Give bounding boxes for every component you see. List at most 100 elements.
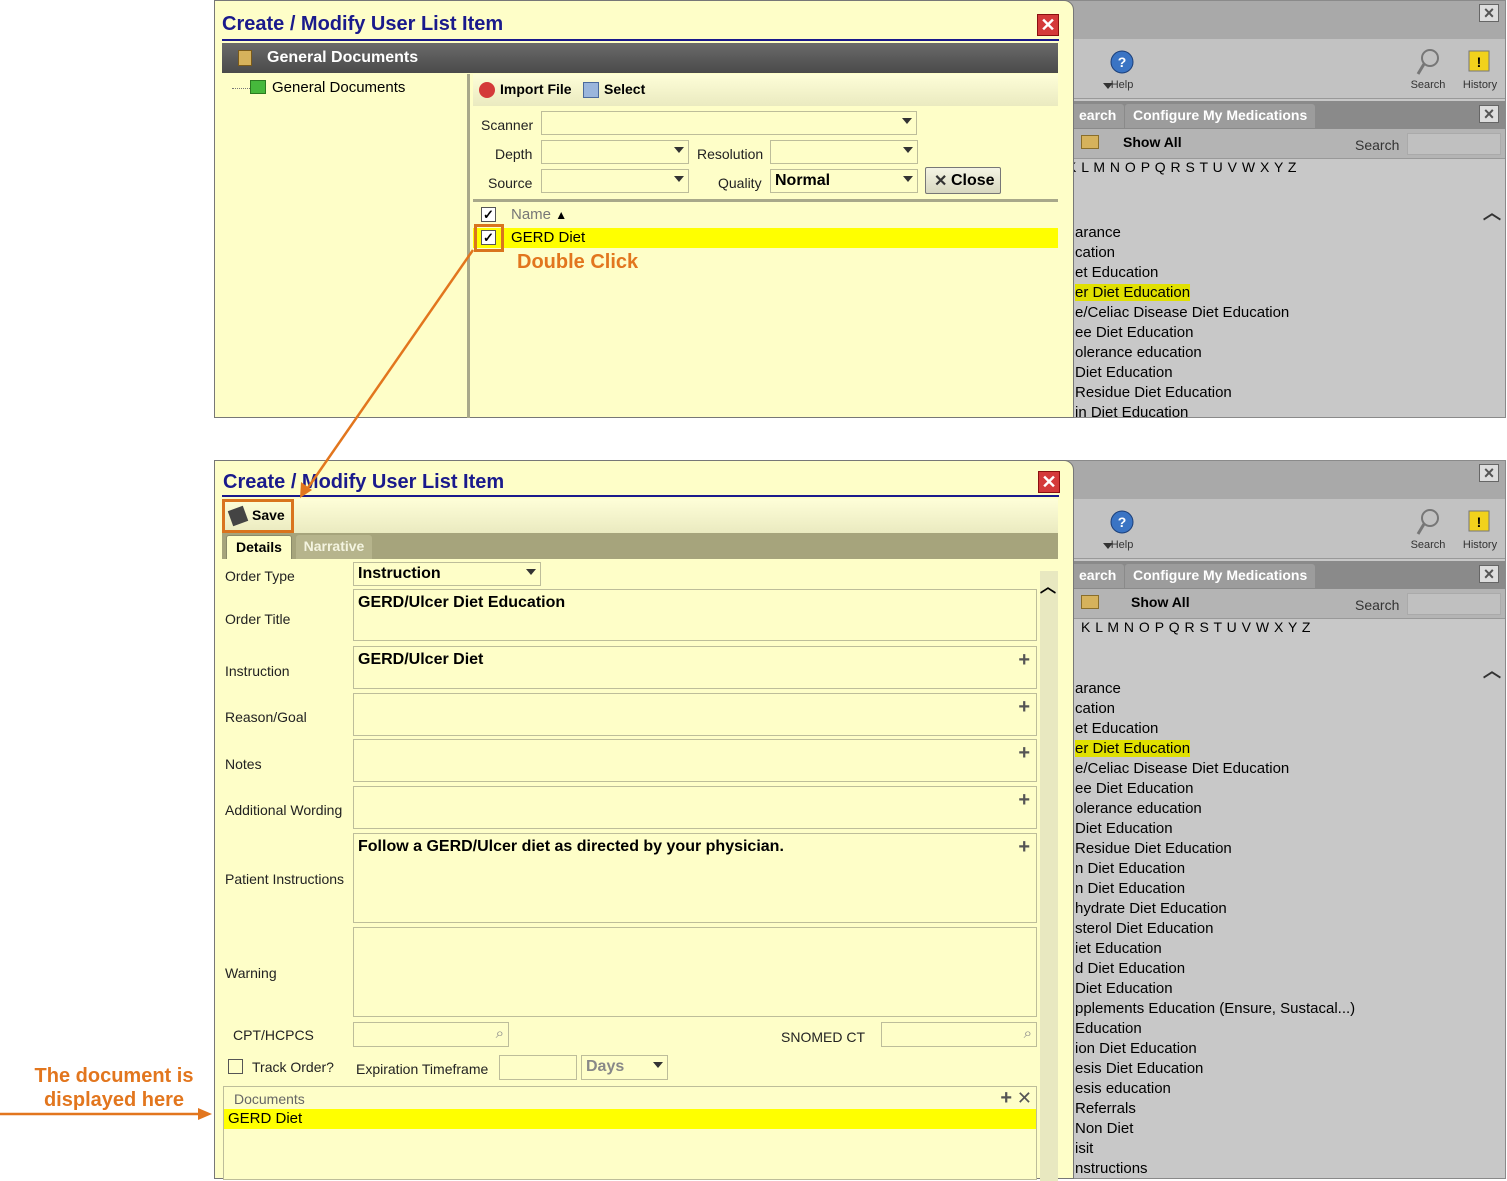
snomed-ct-field[interactable]: ⌕ (881, 1022, 1037, 1047)
background-list-item[interactable]: n Diet Education (1075, 879, 1355, 899)
reason-goal-field[interactable]: + (353, 693, 1037, 736)
help-button[interactable]: ? Help (1097, 507, 1147, 551)
name-column-header[interactable]: Name ▲ (511, 206, 567, 223)
chevron-up-icon[interactable]: ︿ (1483, 657, 1501, 683)
quality-dropdown[interactable]: Normal (770, 169, 918, 193)
source-dropdown[interactable] (541, 169, 689, 193)
background-close-icon[interactable]: × (1479, 464, 1499, 482)
additional-wording-field[interactable]: + (353, 786, 1037, 829)
background-list-item[interactable]: sterol Diet Education (1075, 919, 1355, 939)
background-list-item[interactable]: ion Diet Education (1075, 1039, 1355, 1059)
tab-narrative[interactable]: Narrative (296, 535, 372, 559)
document-row[interactable]: GERD Diet (224, 1109, 1036, 1129)
tree-item-general-documents[interactable]: General Documents (272, 79, 405, 96)
background-list-item[interactable]: olerance education (1075, 799, 1355, 819)
tab-configure-medications[interactable]: Configure My Medications (1125, 104, 1316, 128)
background-list-item[interactable]: Education (1075, 1019, 1355, 1039)
history-button[interactable]: ! History (1455, 47, 1505, 91)
notes-field[interactable]: + (353, 739, 1037, 782)
tab-close-icon[interactable]: × (1479, 565, 1499, 583)
import-file-button[interactable]: Import File (500, 81, 572, 97)
close-icon[interactable]: ✕ (1037, 14, 1059, 36)
background-list-item[interactable]: nstructions (1075, 1159, 1355, 1178)
add-icon[interactable]: + (1018, 742, 1030, 765)
add-document-icon[interactable]: + (1000, 1087, 1012, 1110)
background-list-item[interactable]: et Education (1075, 719, 1355, 739)
background-list-item[interactable]: et Education (1075, 263, 1289, 283)
background-list-item[interactable]: pplements Education (Ensure, Sustacal...… (1075, 999, 1355, 1019)
alphabet-index[interactable]: K L M N O P Q R S T U V W X Y Z (1081, 619, 1311, 635)
add-icon[interactable]: + (1018, 649, 1030, 672)
tab-configure-medications[interactable]: Configure My Medications (1125, 564, 1316, 588)
order-title-field[interactable]: GERD/Ulcer Diet Education (353, 589, 1037, 641)
folder-icon[interactable] (1081, 595, 1099, 609)
depth-dropdown[interactable] (541, 140, 689, 164)
track-order-checkbox[interactable] (228, 1059, 243, 1074)
expiration-value-field[interactable] (499, 1055, 577, 1080)
add-icon[interactable]: + (1018, 836, 1030, 859)
folder-icon[interactable] (1081, 135, 1099, 149)
background-list-item[interactable]: esis education (1075, 1079, 1355, 1099)
add-icon[interactable]: + (1018, 789, 1030, 812)
search-button[interactable]: Search (1403, 47, 1453, 91)
background-list-item[interactable]: d Diet Education (1075, 959, 1355, 979)
background-list-item[interactable]: olerance education (1075, 343, 1289, 363)
background-list-item[interactable]: Referrals (1075, 1099, 1355, 1119)
add-icon[interactable]: + (1018, 696, 1030, 719)
tab-search[interactable]: earch (1071, 564, 1125, 588)
warning-field[interactable] (353, 927, 1037, 1017)
tab-details[interactable]: Details (226, 535, 292, 559)
search-icon[interactable]: ⌕ (496, 1025, 504, 1042)
scanner-dropdown[interactable] (541, 111, 917, 135)
history-button[interactable]: ! History (1455, 507, 1505, 551)
background-list-item[interactable]: Diet Education (1075, 819, 1355, 839)
background-list-item[interactable]: Residue Diet Education (1075, 383, 1289, 403)
remove-document-icon[interactable]: ✕ (1017, 1088, 1032, 1109)
background-list-item[interactable]: arance (1075, 223, 1289, 243)
close-icon[interactable]: ✕ (1038, 471, 1060, 493)
background-list-item[interactable]: er Diet Education (1075, 739, 1355, 759)
background-list-item[interactable]: Non Diet (1075, 1119, 1355, 1139)
resolution-dropdown[interactable] (770, 140, 918, 164)
patient-instructions-field[interactable]: Follow a GERD/Ulcer diet as directed by … (353, 833, 1037, 923)
background-list-item[interactable]: n Diet Education (1075, 859, 1355, 879)
background-list-item[interactable]: cation (1075, 699, 1355, 719)
background-close-icon[interactable]: × (1479, 4, 1499, 22)
background-list-item[interactable]: e/Celiac Disease Diet Education (1075, 759, 1355, 779)
background-list-item[interactable]: arance (1075, 679, 1355, 699)
background-list-item[interactable]: ee Diet Education (1075, 323, 1289, 343)
expiration-unit-dropdown[interactable]: Days (581, 1055, 668, 1080)
select-all-checkbox[interactable]: ✓ (481, 207, 496, 222)
search-field[interactable] (1407, 133, 1501, 155)
background-list-item[interactable]: hydrate Diet Education (1075, 899, 1355, 919)
show-all-button[interactable]: Show All (1123, 134, 1182, 150)
show-all-button[interactable]: Show All (1131, 594, 1190, 610)
search-field[interactable] (1407, 593, 1501, 615)
background-list-item[interactable]: Diet Education (1075, 363, 1289, 383)
background-list-item[interactable]: er Diet Education (1075, 283, 1289, 303)
background-list-item[interactable]: esis Diet Education (1075, 1059, 1355, 1079)
tab-search[interactable]: earch (1071, 104, 1125, 128)
background-list-item[interactable]: Diet Education (1075, 979, 1355, 999)
instruction-field[interactable]: GERD/Ulcer Diet + (353, 646, 1037, 689)
search-icon[interactable]: ⌕ (1024, 1025, 1032, 1042)
tab-close-icon[interactable]: × (1479, 105, 1499, 123)
help-button[interactable]: ? Help (1097, 47, 1147, 91)
background-list-item[interactable]: e/Celiac Disease Diet Education (1075, 303, 1289, 323)
chevron-up-icon[interactable]: ︿ (1483, 199, 1501, 225)
alphabet-index[interactable]: K L M N O P Q R S T U V W X Y Z (1067, 159, 1297, 175)
chevron-up-icon[interactable]: ︿ (1040, 573, 1056, 597)
background-list-item[interactable]: in Diet Education (1075, 403, 1289, 417)
close-button[interactable]: ✕ Close (925, 167, 1001, 194)
order-type-dropdown[interactable]: Instruction (353, 562, 541, 586)
select-button[interactable]: Select (604, 81, 645, 97)
background-list-item[interactable]: isit (1075, 1139, 1355, 1159)
search-button[interactable]: Search (1403, 507, 1453, 551)
document-row[interactable]: ✓ GERD Diet (473, 228, 1058, 248)
background-list-item[interactable]: cation (1075, 243, 1289, 263)
background-list-item[interactable]: Residue Diet Education (1075, 839, 1355, 859)
vertical-scrollbar[interactable]: ︿ (1040, 571, 1058, 1181)
background-list-item[interactable]: iet Education (1075, 939, 1355, 959)
cpt-hcpcs-field[interactable]: ⌕ (353, 1022, 509, 1047)
background-list-item[interactable]: ee Diet Education (1075, 779, 1355, 799)
